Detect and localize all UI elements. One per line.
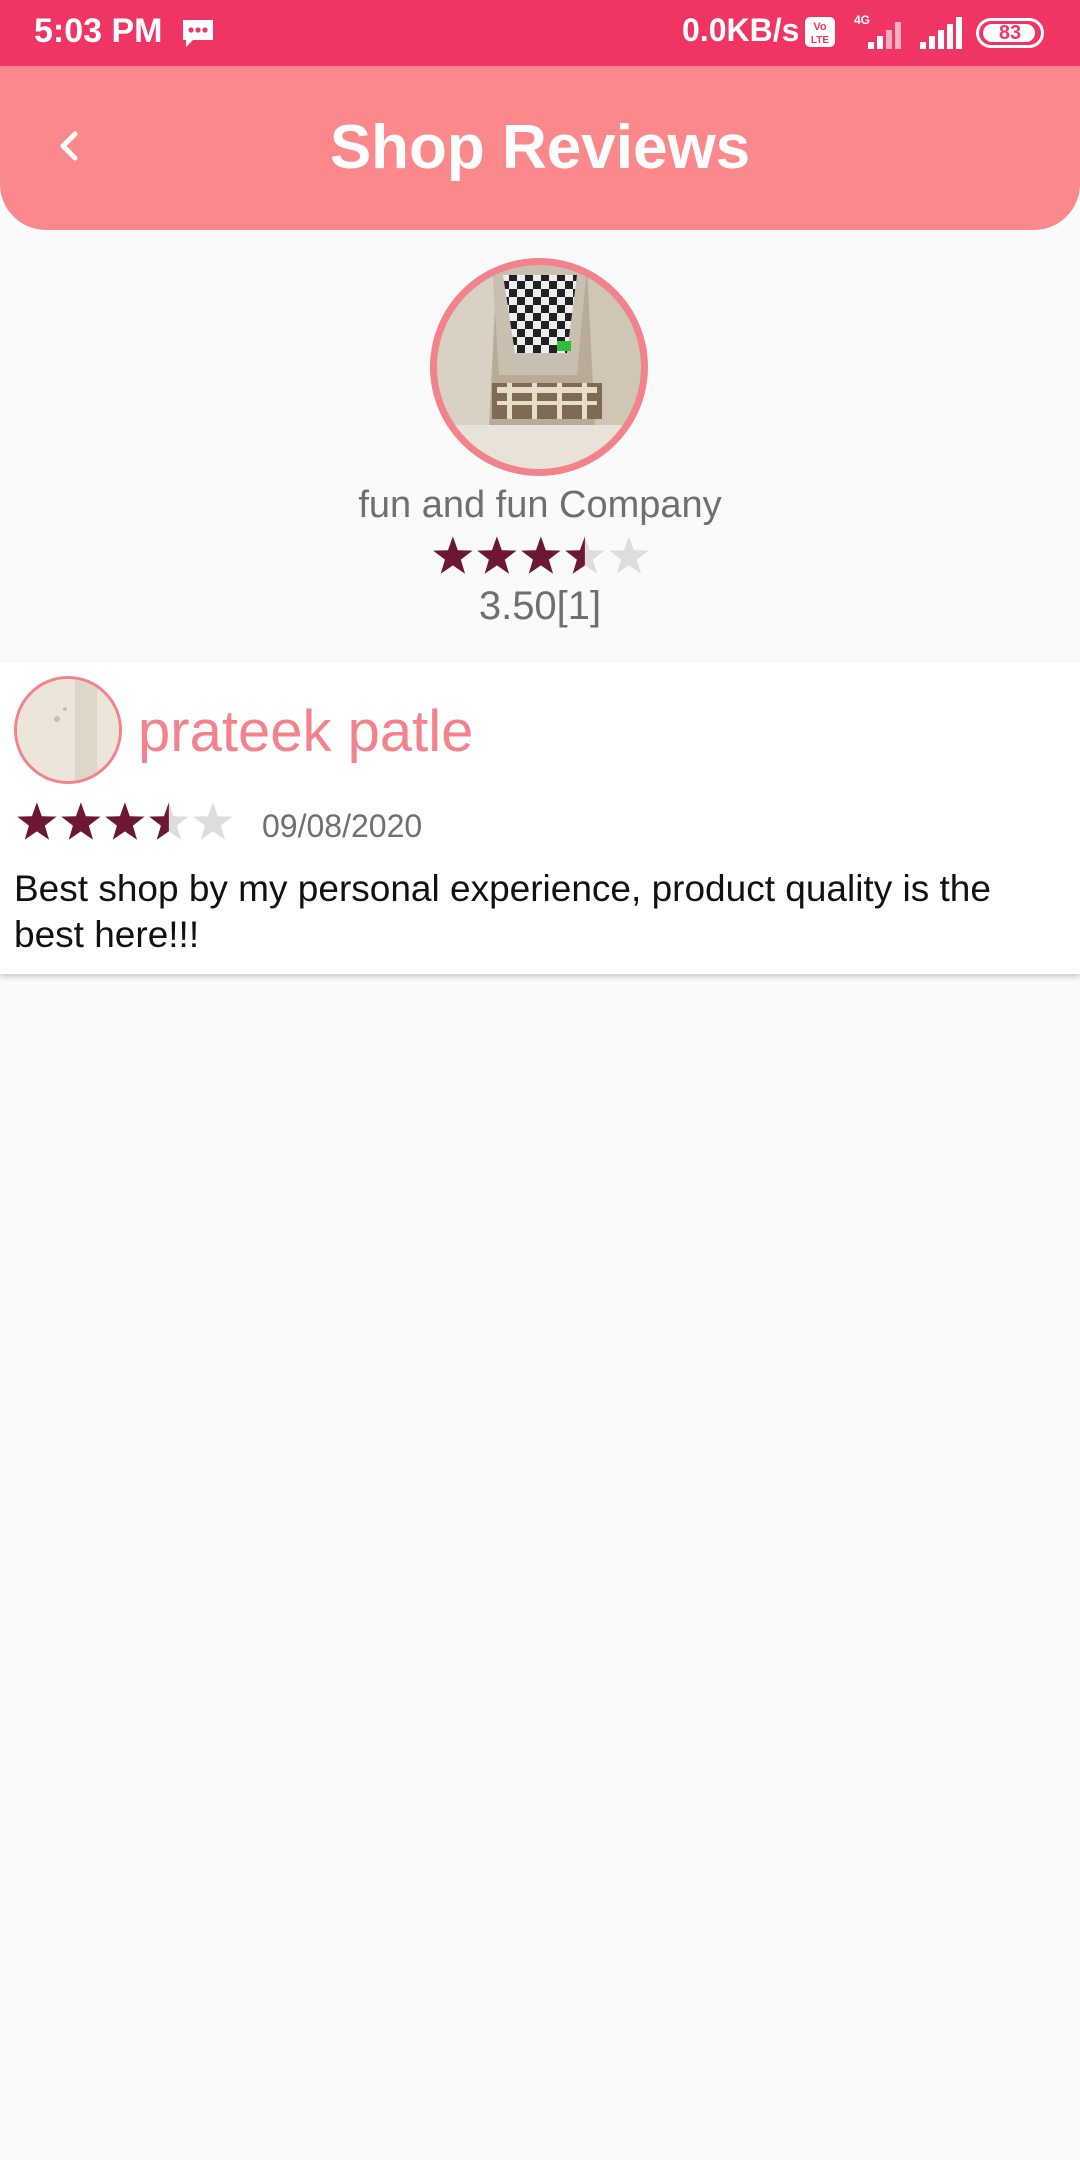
- svg-text:Vo: Vo: [813, 21, 827, 33]
- review-rating-stars: [14, 800, 234, 844]
- shop-avatar: [430, 258, 648, 476]
- chevron-left-icon: [60, 131, 78, 161]
- svg-text:LTE: LTE: [811, 35, 829, 46]
- message-icon: [180, 17, 216, 54]
- reviewer-name: prateek patle: [138, 699, 474, 764]
- signal-icon-2: [918, 12, 968, 57]
- review-card: prateek patle 09/08/2020 Best shop by my…: [0, 662, 1080, 974]
- reviewer-avatar: [14, 676, 122, 784]
- signal-icon: 4G: [852, 12, 910, 57]
- back-button[interactable]: [40, 116, 100, 176]
- review-text: Best shop by my personal experience, pro…: [14, 868, 991, 955]
- star-rating-icon: [17, 802, 233, 840]
- review-date: 09/08/2020: [262, 808, 423, 844]
- star-filled-icon: [521, 536, 561, 574]
- shop-name: fun and fun Company: [358, 484, 722, 526]
- network-type-label: 4G: [854, 13, 870, 27]
- status-time: 5:03 PM: [34, 12, 163, 50]
- star-rating-icon: [433, 536, 649, 574]
- status-bar: 5:03 PM 0.0KB/s Vo LTE 4G 83: [0, 0, 1080, 66]
- star-filled-icon: [433, 536, 473, 574]
- star-icon: [609, 536, 649, 574]
- battery-percent: 83: [998, 22, 1022, 44]
- star-icon: [193, 802, 233, 840]
- battery-icon: 83: [976, 18, 1044, 48]
- star-filled-icon: [17, 802, 57, 840]
- page-title: Shop Reviews: [329, 113, 751, 182]
- network-speed: 0.0KB/s: [682, 12, 800, 48]
- shop-rating-stars: [430, 534, 650, 578]
- shop-rating-value: 3.50[1]: [478, 584, 602, 628]
- volte-icon: Vo LTE: [804, 16, 836, 53]
- star-filled-icon: [105, 802, 145, 840]
- star-filled-icon: [477, 536, 517, 574]
- star-filled-icon: [61, 802, 101, 840]
- app-bar: Shop Reviews: [0, 66, 1080, 230]
